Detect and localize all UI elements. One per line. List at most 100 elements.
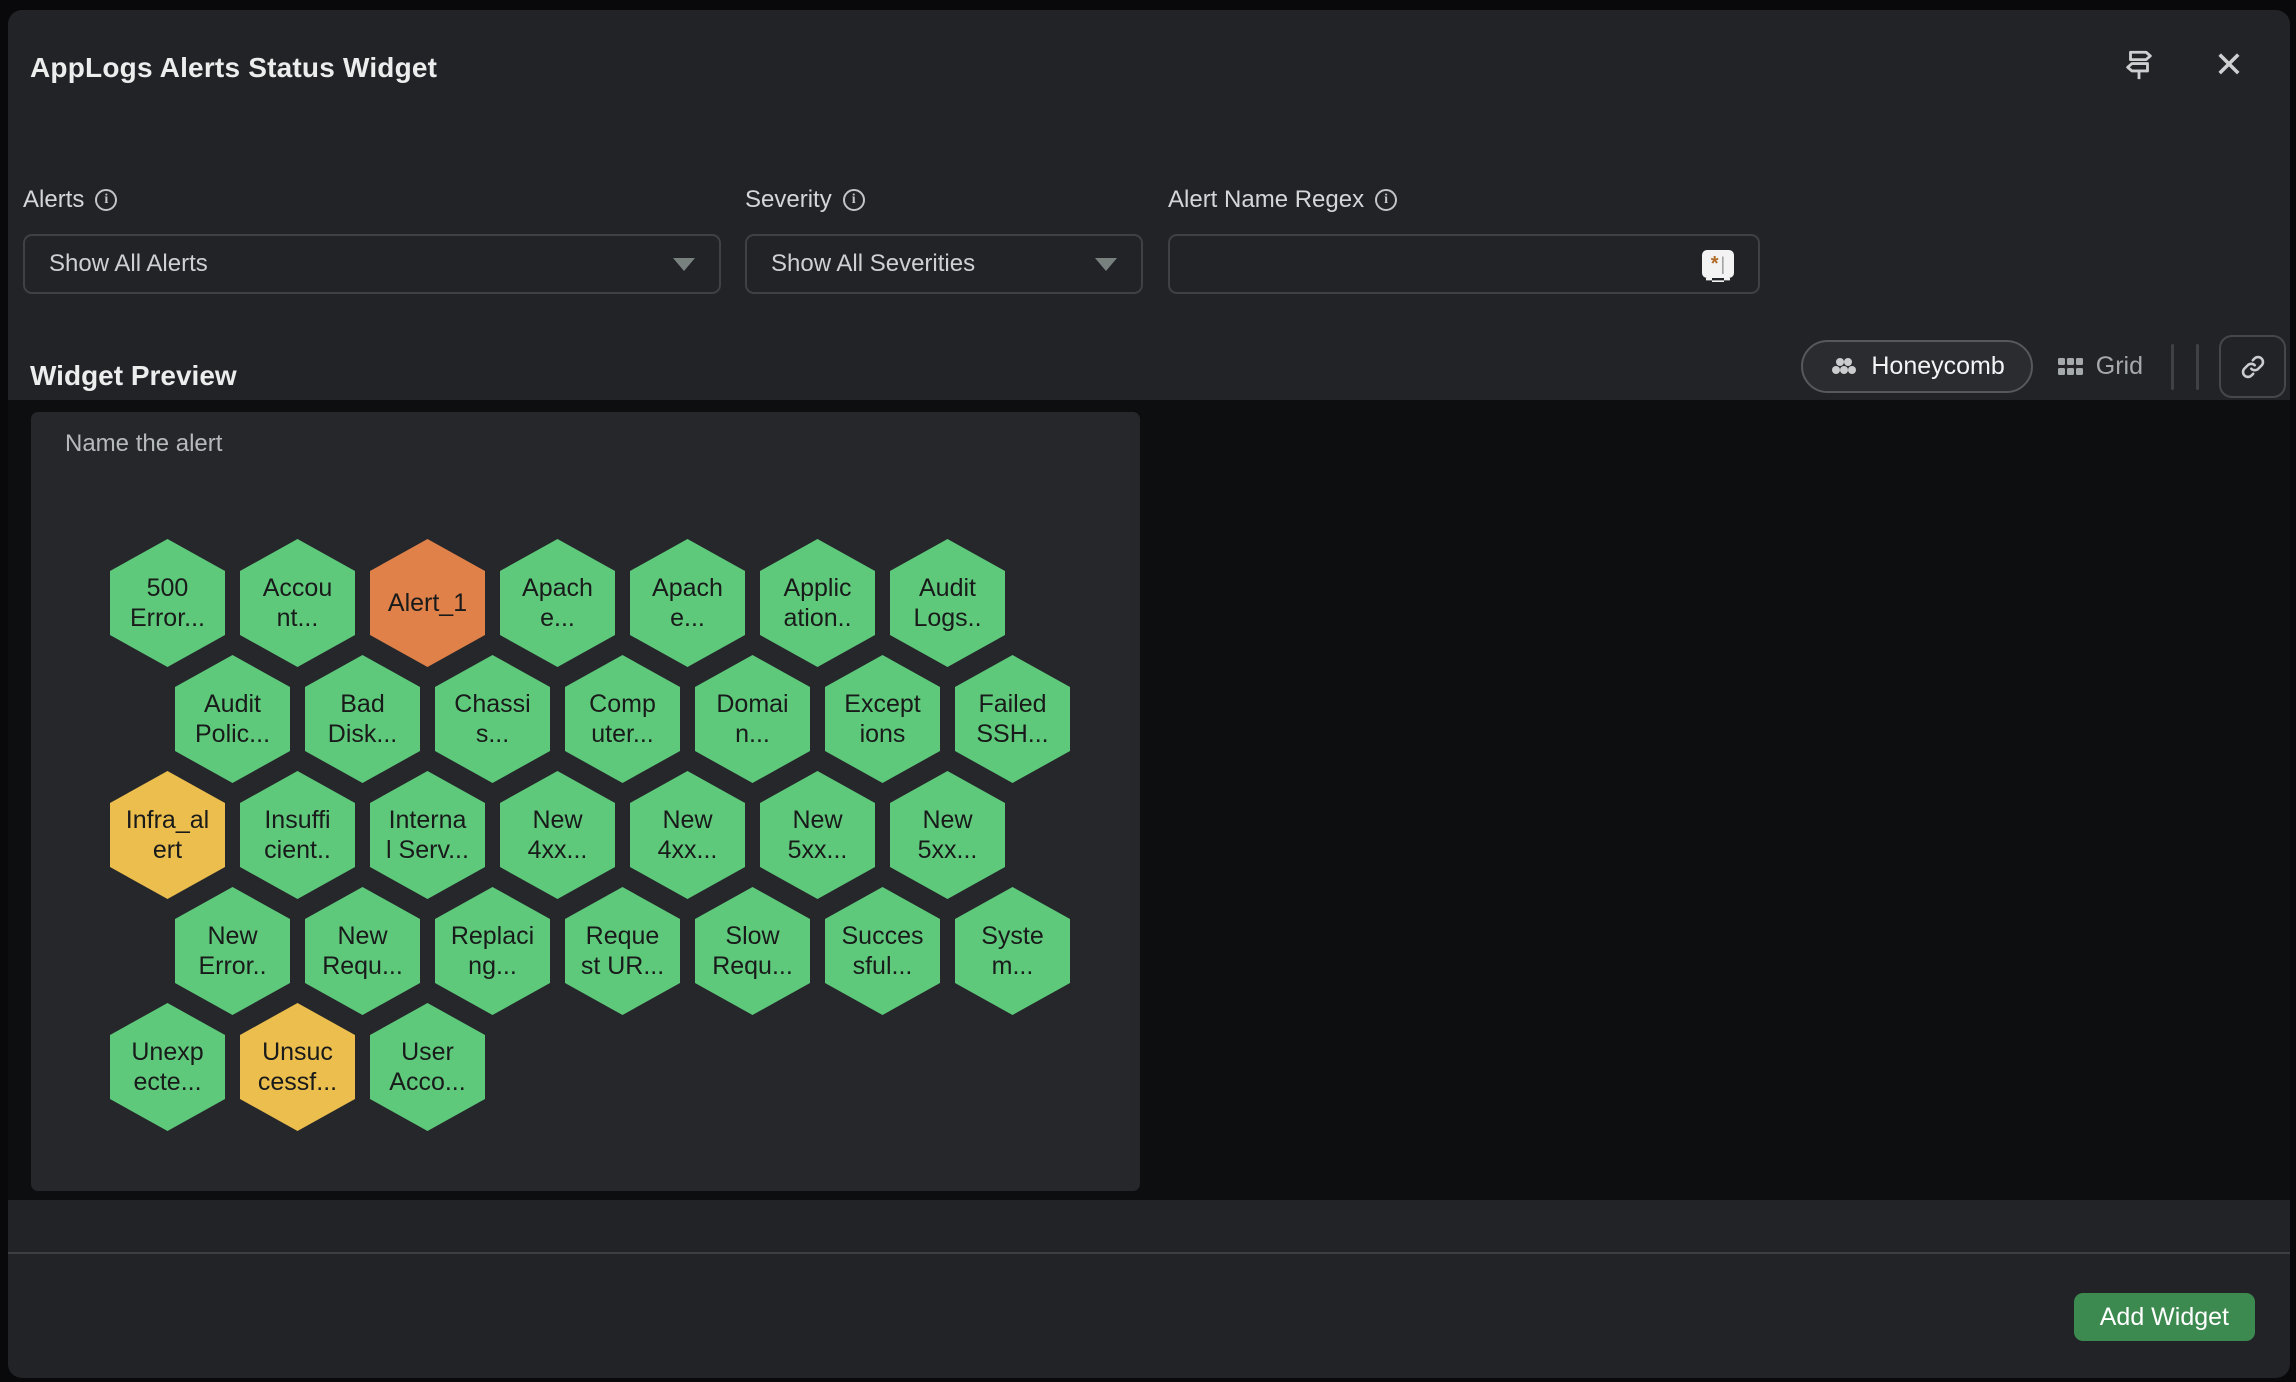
alert-hexagon[interactable]: User Acco... <box>370 1003 485 1131</box>
alert-hexagon-label: Replaci ng... <box>451 921 534 982</box>
honeycomb-row: New Error.. New Requ... Replaci ng... Reque… <box>175 887 1070 1015</box>
alert-hexagon[interactable]: Syste m... <box>955 887 1070 1015</box>
severity-dropdown[interactable]: Show All Severities <box>745 234 1143 294</box>
alert-hexagon[interactable]: Insuffi cient.. <box>240 771 355 899</box>
alert-hexagon[interactable]: Chassi s... <box>435 655 550 783</box>
alert-hexagon-label: Comp uter... <box>589 689 656 750</box>
info-icon[interactable]: i <box>843 189 865 211</box>
alert-hexagon-label: New Requ... <box>322 921 403 982</box>
alert-hexagon-label: New Error.. <box>198 921 266 982</box>
alert-hexagon[interactable]: Except ions <box>825 655 940 783</box>
signpost-button[interactable] <box>2122 46 2156 84</box>
alerts-dropdown-value: Show All Alerts <box>49 250 673 278</box>
signpost-icon <box>2122 46 2156 84</box>
alert-hexagon[interactable]: Failed SSH... <box>955 655 1070 783</box>
alerts-field-group: Alerts i Show All Alerts <box>23 186 721 294</box>
honeycomb-row: 500 Error... Accou nt... Alert_1 Apach e...… <box>110 539 1005 667</box>
alert-hexagon-label: New 5xx... <box>918 805 978 866</box>
widget-preview-card: Name the alert 500 Error... Accou nt... Al… <box>31 412 1140 1191</box>
alert-hexagon-label: User Acco... <box>389 1037 465 1098</box>
grid-icon <box>2057 356 2085 378</box>
severity-dropdown-value: Show All Severities <box>771 250 1095 278</box>
alert-hexagon[interactable]: New Requ... <box>305 887 420 1015</box>
alert-hexagon-label: New 4xx... <box>658 805 718 866</box>
honeycomb-view-button[interactable]: Honeycomb <box>1801 340 2032 393</box>
alert-hexagon[interactable]: New 5xx... <box>760 771 875 899</box>
footer-divider <box>8 1252 2290 1254</box>
alert-hexagon[interactable]: Bad Disk... <box>305 655 420 783</box>
alert-hexagon[interactable]: Reque st UR... <box>565 887 680 1015</box>
alert-hexagon[interactable]: Comp uter... <box>565 655 680 783</box>
honeycomb-row: Infra_al ert Insuffi cient.. Interna l Ser… <box>110 771 1005 899</box>
grid-view-label: Grid <box>2096 352 2143 381</box>
alert-hexagon[interactable]: Unsuc cessf... <box>240 1003 355 1131</box>
add-widget-button[interactable]: Add Widget <box>2074 1293 2255 1341</box>
alert-hexagon-label: Syste m... <box>981 921 1044 982</box>
regex-label-text: Alert Name Regex <box>1168 186 1364 214</box>
alert-hexagon[interactable]: Applic ation.. <box>760 539 875 667</box>
alert-hexagon[interactable]: Audit Polic... <box>175 655 290 783</box>
alert-hexagon-label: Audit Logs.. <box>913 573 981 634</box>
preview-toolbar: Honeycomb Grid <box>1801 335 2286 398</box>
honeycomb-view-label: Honeycomb <box>1871 352 2004 381</box>
alert-hexagon[interactable]: Slow Requ... <box>695 887 810 1015</box>
severity-field-group: Severity i Show All Severities <box>745 186 1143 294</box>
alert-hexagon[interactable]: Apach e... <box>630 539 745 667</box>
alert-hexagon[interactable]: Succes sful... <box>825 887 940 1015</box>
alert-hexagon-label: Chassi s... <box>454 689 530 750</box>
alert-hexagon-label: Bad Disk... <box>328 689 397 750</box>
alert-hexagon-label: Domai n... <box>716 689 788 750</box>
info-icon[interactable]: i <box>95 189 117 211</box>
alert-hexagon-label: Slow Requ... <box>712 921 793 982</box>
honeycomb-icon <box>1829 354 1859 380</box>
alert-hexagon-label: Applic ation.. <box>783 573 851 634</box>
alert-hexagon[interactable]: Audit Logs.. <box>890 539 1005 667</box>
alerts-label: Alerts i <box>23 186 721 214</box>
chevron-down-icon <box>1095 258 1117 271</box>
alert-hexagon[interactable]: Apach e... <box>500 539 615 667</box>
chain-link-icon <box>2239 353 2267 381</box>
alert-hexagon-label: Succes sful... <box>842 921 924 982</box>
info-icon[interactable]: i <box>1375 189 1397 211</box>
alert-hexagon-label: Failed SSH... <box>976 689 1048 750</box>
alert-hexagon[interactable]: Domai n... <box>695 655 810 783</box>
toolbar-divider <box>2196 344 2199 390</box>
alert-hexagon[interactable]: Alert_1 <box>370 539 485 667</box>
alert-hexagon-label: Unsuc cessf... <box>258 1037 337 1098</box>
grid-view-button[interactable]: Grid <box>2057 352 2143 381</box>
widget-preview-area: Name the alert 500 Error... Accou nt... Al… <box>8 400 2290 1200</box>
honeycomb-row: Unexp ecte... Unsuc cessf... User Acco... <box>110 1003 485 1131</box>
widget-name-placeholder: Name the alert <box>65 430 222 458</box>
alert-name-regex-input[interactable] <box>1194 250 1702 278</box>
alert-hexagon[interactable]: New 4xx... <box>500 771 615 899</box>
alert-hexagon-label: Apach e... <box>652 573 723 634</box>
alert-hexagon[interactable]: New Error.. <box>175 887 290 1015</box>
alert-hexagon[interactable]: Interna l Serv... <box>370 771 485 899</box>
alert-hexagon[interactable]: Unexp ecte... <box>110 1003 225 1131</box>
alert-hexagon[interactable]: Accou nt... <box>240 539 355 667</box>
alert-hexagon-label: Apach e... <box>522 573 593 634</box>
alerts-dropdown[interactable]: Show All Alerts <box>23 234 721 294</box>
close-button[interactable]: ✕ <box>2214 47 2244 83</box>
alert-hexagon[interactable]: New 5xx... <box>890 771 1005 899</box>
alert-hexagon-label: New 4xx... <box>528 805 588 866</box>
alerts-label-text: Alerts <box>23 186 84 214</box>
regex-input-wrapper: * | <box>1168 234 1760 294</box>
alert-hexagon[interactable]: New 4xx... <box>630 771 745 899</box>
header-actions: ✕ <box>2122 46 2244 84</box>
alert-hexagon[interactable]: Infra_al ert <box>110 771 225 899</box>
alert-hexagon[interactable]: Replaci ng... <box>435 887 550 1015</box>
alert-hexagon-label: 500 Error... <box>130 573 205 634</box>
alert-hexagon-label: Insuffi cient.. <box>264 805 331 866</box>
regex-label: Alert Name Regex i <box>1168 186 1760 214</box>
severity-label-text: Severity <box>745 186 832 214</box>
add-widget-modal: AppLogs Alerts Status Widget ✕ Alerts i … <box>8 10 2290 1378</box>
alert-hexagon[interactable]: 500 Error... <box>110 539 225 667</box>
copy-link-button[interactable] <box>2219 335 2286 398</box>
alert-hexagon-label: Alert_1 <box>388 588 467 619</box>
alert-hexagon-label: Unexp ecte... <box>131 1037 203 1098</box>
chevron-down-icon <box>673 258 695 271</box>
regex-wildcard-icon[interactable]: * | <box>1702 250 1734 278</box>
toolbar-divider <box>2171 344 2174 390</box>
alert-hexagon-label: New 5xx... <box>788 805 848 866</box>
